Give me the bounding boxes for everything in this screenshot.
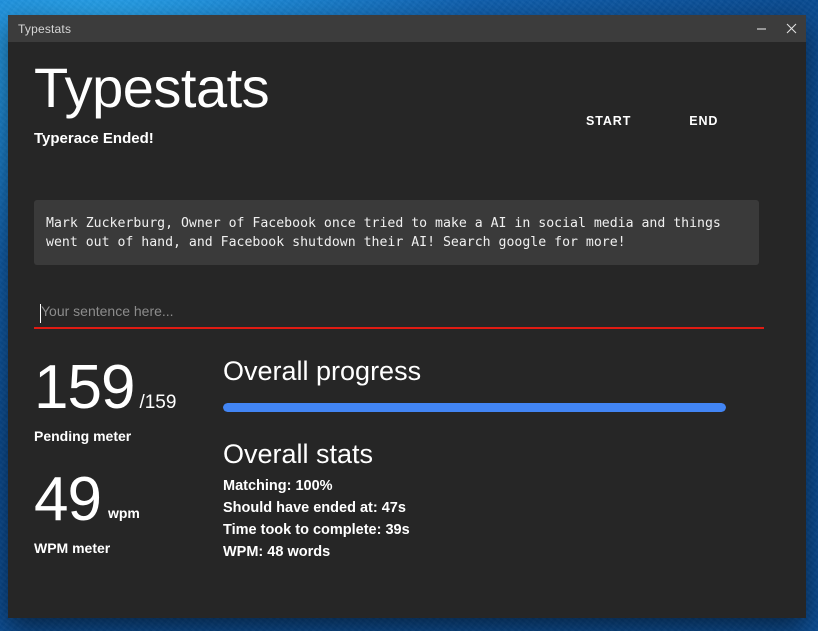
pending-meter: 159 /159 Pending meter: [34, 354, 222, 445]
pending-meter-label: Pending meter: [34, 428, 132, 444]
overall-progress-bar: [223, 403, 726, 412]
nav-item-end[interactable]: END: [689, 114, 718, 128]
nav-item-start[interactable]: START: [586, 114, 631, 128]
overall-progress-fill: [223, 403, 726, 412]
text-cursor: [40, 304, 41, 323]
race-status-text: Typerace Ended!: [34, 130, 154, 147]
typestats-window: Typestats Typestats START END Typerace E…: [8, 15, 806, 618]
header-row: Typestats START END: [8, 42, 806, 129]
minimize-button[interactable]: [746, 15, 776, 42]
target-sentence-text: Mark Zuckerburg, Owner of Facebook once …: [46, 216, 729, 251]
sentence-input-wrapper: [34, 297, 764, 329]
close-button[interactable]: [776, 15, 806, 42]
stat-matching: Matching: 100%: [223, 478, 333, 494]
pending-meter-value-row: 159 /159: [34, 354, 222, 422]
overall-progress-title: Overall progress: [223, 356, 422, 386]
window-title: Typestats: [18, 21, 72, 36]
stat-should-have-ended: Should have ended at: 47s: [223, 500, 406, 516]
sentence-input[interactable]: [34, 297, 764, 329]
window-titlebar[interactable]: Typestats: [8, 15, 806, 42]
wpm-meter: 49 wpm WPM meter: [34, 466, 222, 557]
window-controls: [746, 15, 806, 42]
pending-meter-value: 159: [34, 353, 135, 422]
summary-column: Overall progress Overall stats Matching:…: [222, 354, 806, 563]
wpm-meter-value-row: 49 wpm: [34, 466, 222, 534]
pending-meter-total: /159: [139, 392, 177, 413]
stat-time-took: Time took to complete: 39s: [223, 522, 410, 538]
overall-stats-title: Overall stats: [223, 439, 374, 469]
overall-stats-list: Matching: 100% Should have ended at: 47s…: [223, 475, 806, 563]
main-nav: START END: [586, 114, 718, 128]
results-area: 159 /159 Pending meter 49 wpm WPM meter …: [8, 354, 806, 563]
wpm-meter-unit: wpm: [107, 505, 140, 521]
target-sentence-panel: Mark Zuckerburg, Owner of Facebook once …: [34, 200, 759, 265]
stat-wpm: WPM: 48 words: [223, 544, 331, 560]
wpm-meter-value: 49: [34, 465, 102, 534]
app-client-area: Typestats START END Typerace Ended! Mark…: [8, 42, 806, 618]
meters-column: 159 /159 Pending meter 49 wpm WPM meter: [8, 354, 222, 563]
page-title: Typestats: [34, 56, 270, 119]
wpm-meter-label: WPM meter: [34, 540, 111, 556]
